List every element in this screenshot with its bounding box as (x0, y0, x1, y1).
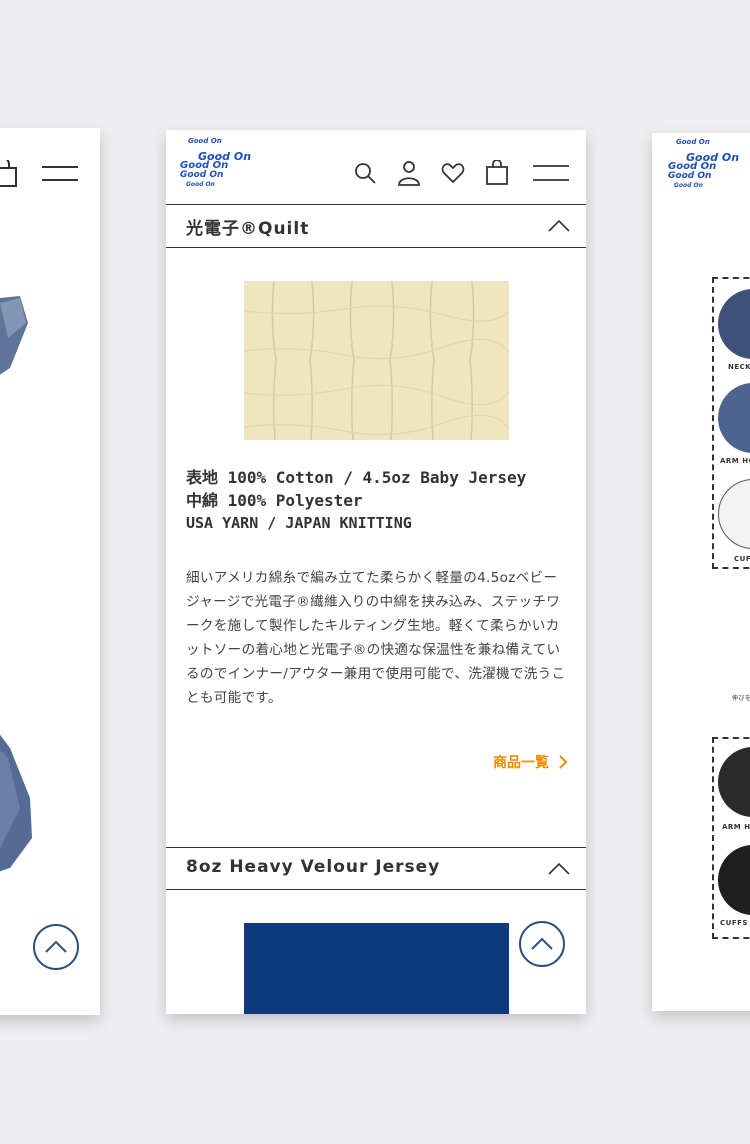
logo-line: Good On (186, 181, 215, 188)
chevron-right-icon (559, 755, 568, 769)
bag-icon[interactable] (0, 160, 20, 190)
header-icons (336, 160, 570, 186)
back-to-top-button[interactable] (519, 921, 565, 967)
product-list-link[interactable]: 商品一覧 (493, 752, 568, 772)
divider (166, 204, 586, 205)
chevron-up-icon (45, 940, 67, 953)
chevron-up-icon[interactable] (548, 861, 570, 875)
logo-line: Good On (668, 171, 712, 181)
accordion-title[interactable]: 光電子®Quilt (186, 214, 309, 239)
back-to-top-button[interactable] (33, 924, 79, 970)
fabric-swatch-image (244, 923, 509, 1014)
product-image (0, 296, 32, 872)
fabric-description: 細いアメリカ綿糸で編み立てた柔らかく軽量の4.5ozベビージャージで光電子®繊維… (186, 570, 566, 706)
detail-label: CUFFS I (720, 919, 750, 927)
detail-thumbnail (718, 747, 750, 817)
menu-icon (533, 165, 569, 181)
spec-line: 中綿 100% Polyester (186, 491, 363, 510)
logo-line: Good On (674, 182, 703, 189)
detail-label: CUF (734, 555, 750, 563)
detail-note: 伸びを (732, 695, 750, 702)
bag-icon (486, 160, 508, 185)
chevron-up-icon (531, 937, 553, 950)
brand-logo[interactable]: Good On Good On Good On Good On Good On (666, 137, 748, 193)
detail-thumbnail (718, 383, 750, 453)
detail-thumbs-box: ARM HO CUFFS I (712, 737, 750, 939)
detail-label: ARM HO (722, 823, 750, 831)
logo-line: Good On (188, 137, 222, 145)
detail-thumbnail (718, 479, 750, 549)
logo-line: Good On (180, 170, 224, 180)
detail-thumbnail (718, 845, 750, 915)
logo-line: Good On (676, 138, 710, 146)
detail-label: NECK (728, 363, 750, 371)
fabric-swatch-image (244, 281, 509, 440)
spec-line: USA YARN / JAPAN KNITTING (186, 514, 412, 532)
menu-button[interactable] (532, 160, 570, 186)
detail-thumbs-box: NECK ARM HO CUF (712, 277, 750, 569)
center-phone-screen: Good On Good On Good On Good On Good On (166, 130, 586, 1014)
favorites-button[interactable] (438, 160, 468, 186)
detail-label: ARM HO (720, 457, 750, 465)
product-list-label: 商品一覧 (493, 755, 549, 771)
heart-icon (441, 163, 465, 184)
user-icon (398, 161, 420, 186)
chevron-up-icon[interactable] (548, 218, 570, 232)
left-phone-screen (0, 128, 100, 1015)
search-icon (355, 163, 376, 184)
divider (166, 247, 586, 248)
account-button[interactable] (394, 160, 424, 186)
accordion-title[interactable]: 8oz Heavy Velour Jersey (186, 857, 440, 877)
brand-logo[interactable]: Good On Good On Good On Good On Good On (178, 136, 260, 192)
menu-icon[interactable] (42, 164, 80, 184)
fabric-spec: 表地 100% Cotton / 4.5oz Baby Jersey 中綿 10… (186, 466, 526, 535)
divider (166, 847, 586, 848)
search-button[interactable] (350, 160, 380, 186)
spec-line: 表地 100% Cotton / 4.5oz Baby Jersey (186, 468, 527, 487)
divider (166, 889, 586, 890)
cart-button[interactable] (482, 160, 512, 186)
right-phone-screen: Good On Good On Good On Good On Good On … (652, 133, 750, 1011)
detail-thumbnail (718, 289, 750, 359)
